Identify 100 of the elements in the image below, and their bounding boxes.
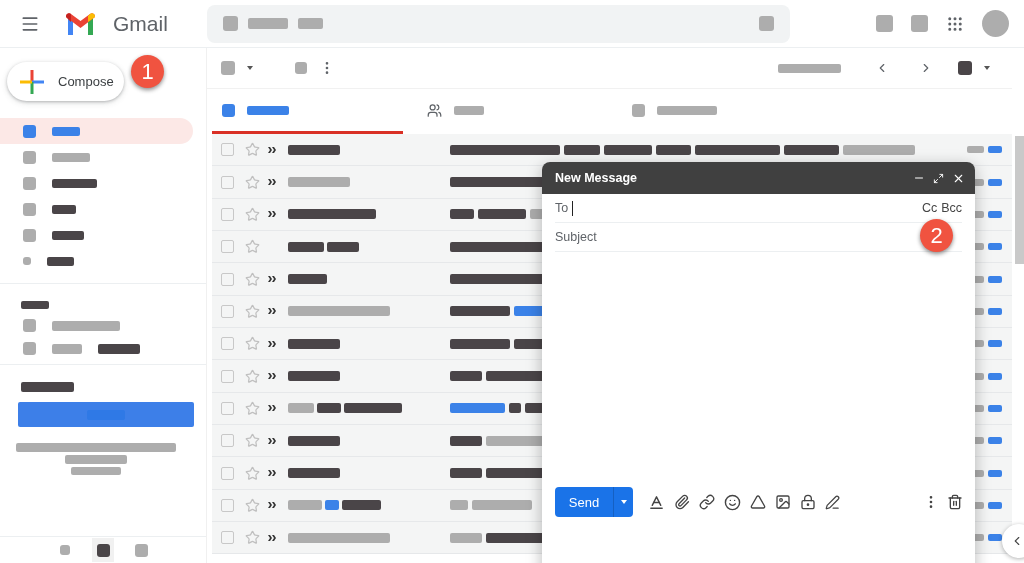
importance-marker-icon[interactable] <box>268 404 276 413</box>
row-checkbox[interactable] <box>221 143 234 157</box>
star-icon[interactable] <box>245 239 260 255</box>
importance-marker-icon[interactable] <box>268 145 276 154</box>
image-icon[interactable] <box>775 494 791 510</box>
importance-marker-icon[interactable] <box>268 275 276 284</box>
redacted-text <box>288 274 327 285</box>
redacted-icon <box>23 319 36 332</box>
row-checkbox[interactable] <box>221 466 234 480</box>
importance-marker-icon[interactable] <box>268 307 276 316</box>
importance-marker-icon[interactable] <box>268 210 276 219</box>
paperclip-icon[interactable] <box>674 494 690 510</box>
pen-icon[interactable] <box>825 494 840 510</box>
apps-grid-icon[interactable] <box>946 14 964 33</box>
importance-marker-icon[interactable] <box>268 339 276 348</box>
redacted-text <box>317 403 341 414</box>
redacted-text <box>657 105 717 115</box>
importance-marker-icon[interactable] <box>268 501 276 510</box>
gmail-logo-icon <box>66 12 95 35</box>
caret-icon[interactable] <box>984 66 990 70</box>
redacted-text <box>344 403 402 414</box>
redacted-text <box>843 144 915 155</box>
redacted-icon <box>223 16 238 31</box>
redacted-text <box>778 63 841 73</box>
redacted-text <box>247 105 289 115</box>
star-icon[interactable] <box>245 174 260 190</box>
row-checkbox[interactable] <box>221 240 234 254</box>
redacted-text <box>450 468 482 479</box>
expand-icon[interactable] <box>933 172 944 184</box>
redacted-text <box>472 500 532 511</box>
row-checkbox[interactable] <box>221 175 234 189</box>
send-button[interactable]: Send <box>555 487 613 517</box>
redacted-text <box>988 210 1002 218</box>
redacted-text <box>52 126 80 136</box>
row-checkbox[interactable] <box>221 207 234 221</box>
row-checkbox[interactable] <box>221 498 234 512</box>
redacted-text <box>288 403 314 414</box>
lock-icon[interactable] <box>800 494 816 510</box>
bcc-link[interactable]: Bcc <box>941 201 962 215</box>
triangle-icon[interactable] <box>750 494 766 510</box>
redacted-text <box>288 371 340 382</box>
redacted-text <box>288 241 324 252</box>
redacted-text <box>98 343 140 354</box>
smiley-icon[interactable] <box>724 493 741 511</box>
star-icon[interactable] <box>245 142 260 158</box>
star-icon[interactable] <box>245 400 260 416</box>
star-icon[interactable] <box>245 530 260 546</box>
caret-icon[interactable] <box>247 66 253 70</box>
link-icon[interactable] <box>699 494 715 510</box>
compose-button[interactable]: Compose <box>7 62 124 101</box>
importance-marker-icon[interactable] <box>268 372 276 381</box>
redacted-text <box>52 320 120 331</box>
row-checkbox[interactable] <box>221 337 234 351</box>
star-icon[interactable] <box>245 465 260 481</box>
email-row[interactable] <box>212 134 1012 167</box>
redacted-text <box>988 275 1002 283</box>
redacted-text <box>288 500 322 511</box>
cc-link[interactable]: Cc <box>921 201 938 215</box>
row-checkbox[interactable] <box>221 369 234 383</box>
redacted-text <box>288 144 340 155</box>
search-field[interactable] <box>207 4 790 43</box>
row-checkbox[interactable] <box>221 401 234 415</box>
redacted-text <box>784 144 839 155</box>
redacted-icon <box>23 257 31 265</box>
star-icon[interactable] <box>245 433 260 449</box>
row-checkbox[interactable] <box>221 434 234 448</box>
avatar[interactable] <box>982 10 1009 37</box>
redacted-text <box>967 146 984 154</box>
compose-title: New Message <box>555 171 637 185</box>
importance-marker-icon[interactable] <box>268 436 276 445</box>
redacted-text <box>604 144 652 155</box>
text-format-icon[interactable] <box>648 493 665 511</box>
select-checkbox[interactable] <box>221 61 235 75</box>
redacted-text <box>288 177 350 187</box>
row-checkbox[interactable] <box>221 272 234 286</box>
star-icon[interactable] <box>245 271 260 287</box>
redacted-text <box>47 256 74 266</box>
row-checkbox[interactable] <box>221 304 234 318</box>
star-icon[interactable] <box>245 336 260 352</box>
redacted-text <box>248 18 288 29</box>
star-icon[interactable] <box>245 206 260 222</box>
redacted-text <box>52 230 84 240</box>
send-options-button[interactable] <box>613 487 633 517</box>
redacted-text <box>454 105 484 115</box>
trash-icon[interactable] <box>947 494 963 510</box>
redacted-text <box>52 204 76 214</box>
redacted-text <box>988 372 1002 380</box>
importance-marker-icon[interactable] <box>268 178 276 186</box>
importance-marker-icon[interactable] <box>268 469 276 478</box>
redacted-icon[interactable] <box>96 543 110 557</box>
star-icon[interactable] <box>245 368 260 384</box>
star-icon[interactable] <box>245 497 260 513</box>
star-icon[interactable] <box>245 303 260 319</box>
redacted-text <box>450 306 510 317</box>
redacted-text <box>988 340 1002 348</box>
redacted-text <box>450 403 505 414</box>
scrollbar-thumb[interactable] <box>1015 136 1024 264</box>
redacted-icon <box>23 202 36 216</box>
importance-marker-icon[interactable] <box>268 533 276 542</box>
row-checkbox[interactable] <box>221 531 234 545</box>
